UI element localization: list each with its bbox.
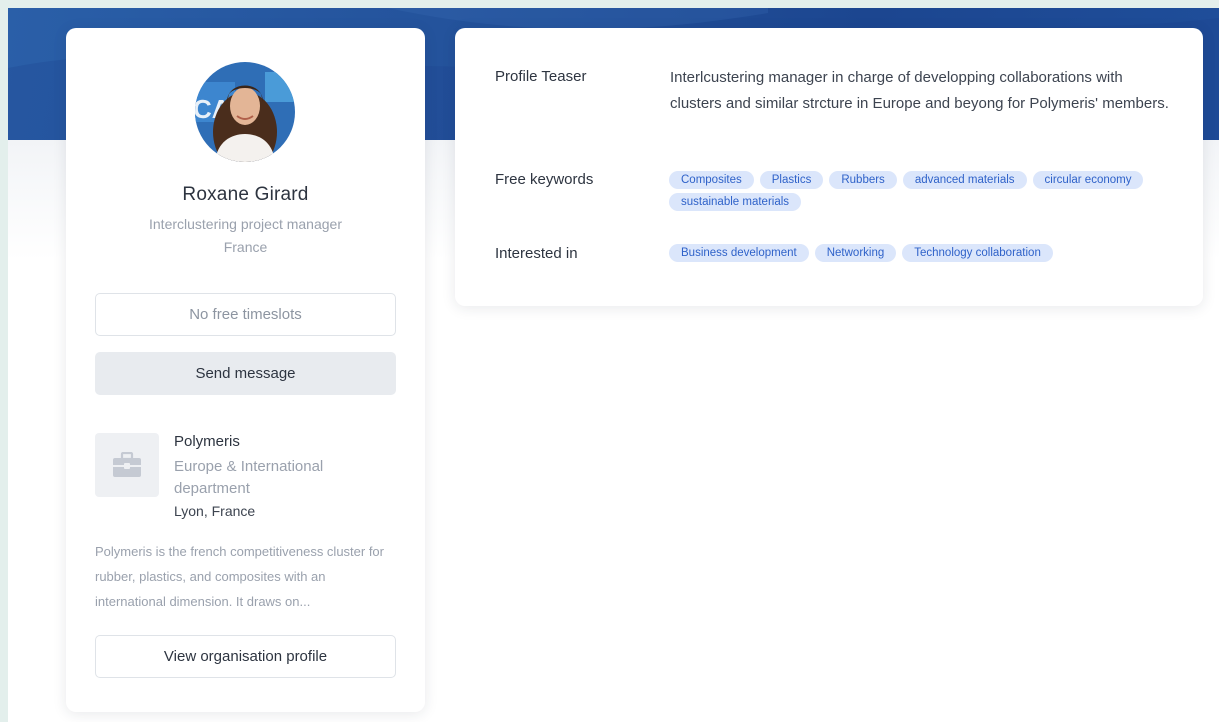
profile-details-card: Profile Teaser Interlcustering manager i… <box>455 28 1203 306</box>
org-logo[interactable] <box>95 433 159 497</box>
person-role: Interclustering project manager <box>149 216 342 232</box>
interest-tag[interactable]: Networking <box>814 244 897 262</box>
profile-card: CA Roxane Girard Interclustering project… <box>66 28 425 712</box>
interested-label: Interested in <box>495 245 578 262</box>
person-name: Roxane Girard <box>182 184 309 205</box>
briefcase-icon <box>113 452 141 477</box>
keyword-tag[interactable]: Composites <box>669 171 754 189</box>
keyword-tag[interactable]: Plastics <box>759 171 824 189</box>
interest-tag[interactable]: Business development <box>669 244 809 262</box>
interest-tags: Business development Networking Technolo… <box>669 244 1179 262</box>
view-organisation-button[interactable]: View organisation profile <box>95 635 396 678</box>
timeslots-button[interactable]: No free timeslots <box>95 293 396 336</box>
avatar[interactable]: CA <box>195 62 295 162</box>
keywords-label: Free keywords <box>495 171 594 188</box>
org-name[interactable]: Polymeris <box>174 433 240 450</box>
person-country: France <box>223 239 268 255</box>
send-message-button[interactable]: Send message <box>95 352 396 395</box>
keyword-tag[interactable]: Rubbers <box>829 171 897 189</box>
page: CA Roxane Girard Interclustering project… <box>8 8 1219 722</box>
org-department: Europe & International department <box>174 458 324 497</box>
keyword-tags: Composites Plastics Rubbers advanced mat… <box>669 171 1179 211</box>
teaser-label: Profile Teaser <box>495 68 587 85</box>
keyword-tag[interactable]: advanced materials <box>902 171 1027 189</box>
org-location: Lyon, France <box>174 503 256 519</box>
org-description: Polymeris is the french competitiveness … <box>95 544 384 609</box>
interest-tag[interactable]: Technology collaboration <box>902 244 1053 262</box>
keyword-tag[interactable]: circular economy <box>1032 171 1144 189</box>
keyword-tag[interactable]: sustainable materials <box>669 193 802 211</box>
teaser-text: Interlcustering manager in charge of dev… <box>670 69 1169 112</box>
